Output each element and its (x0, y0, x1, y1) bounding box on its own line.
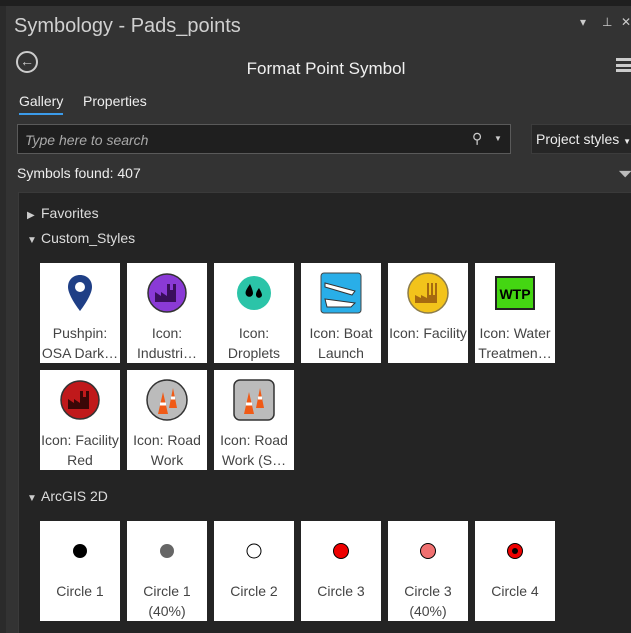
circle-white-icon (214, 521, 294, 581)
style-dropdown-value: Project styles (536, 131, 620, 147)
symbol-label: Icon: Road Work (133, 432, 201, 468)
symbol-tile[interactable]: Circle 4 (475, 521, 555, 621)
symbol-label: Circle 2 (230, 583, 278, 599)
group-name: Favorites (41, 205, 99, 221)
symbol-gallery[interactable]: ▶ Favorites ▼ Custom_Styles Pushpin: OSA Dar… (18, 192, 631, 633)
symbols-found: Symbols found: 407 (17, 165, 141, 181)
symbol-tile[interactable]: Circle 1 (40, 521, 120, 621)
chevron-right-icon[interactable]: ▶ (27, 210, 37, 221)
chevron-down-icon[interactable]: ▼ (27, 493, 37, 504)
symbol-label: Circle 3 (40%) (404, 583, 452, 619)
symbol-tile[interactable]: Pushpin: OSA Dark… (40, 263, 120, 363)
symbol-label: Pushpin: OSA Dark… (41, 325, 119, 361)
chevron-down-icon[interactable]: ▼ (27, 235, 37, 246)
symbol-tile[interactable]: Circle 3 (40%) (388, 521, 468, 621)
symbol-label: Icon: Water Treatmen… (478, 325, 552, 361)
facility-icon (388, 263, 468, 323)
search-icon[interactable]: ⚲ (472, 130, 482, 147)
symbol-label: Circle 1 (56, 583, 104, 599)
symbol-tile[interactable]: Circle 1 (40%) (127, 521, 207, 621)
symbol-label: Icon: Facility Red (41, 432, 119, 468)
symbol-tile[interactable]: Icon: Facility (388, 263, 468, 363)
symbol-label: Icon: Droplets (227, 325, 281, 361)
chevron-down-icon: ▼ (623, 137, 631, 146)
symbol-label: Icon: Road Work (S… (220, 432, 288, 468)
symbol-tile[interactable]: Icon: Boat Launch (301, 263, 381, 363)
svg-text:WTP: WTP (499, 286, 530, 302)
symbol-label: Circle 3 (317, 583, 365, 599)
page-title: Format Point Symbol (246, 59, 406, 78)
symbol-tile[interactable]: Icon: Road Work (127, 370, 207, 470)
style-dropdown[interactable]: Project styles ▼ (531, 124, 631, 154)
symbol-label: Icon: Industri… (137, 325, 197, 361)
symbol-tile[interactable]: Circle 2 (214, 521, 294, 621)
group-header[interactable]: ▶ Favorites (27, 205, 99, 221)
symbology-pane: Symbology - Pads_points ▾ ⊥ ✕ ← Format P… (6, 6, 631, 633)
circle-black-icon (40, 521, 120, 581)
symbol-tile[interactable]: Icon: Facility Red (40, 370, 120, 470)
group-header[interactable]: ▼ ArcGIS 2D (27, 488, 108, 504)
tab-properties[interactable]: Properties (83, 93, 147, 109)
pushpin-icon (40, 263, 120, 323)
group-name: ArcGIS 2D (41, 488, 108, 504)
close-icon[interactable]: ✕ (621, 15, 631, 29)
facility-red-icon (40, 370, 120, 430)
circle-gray-icon (127, 521, 207, 581)
wtp-icon: WTP (475, 263, 555, 323)
boat-launch-icon (301, 263, 381, 323)
tab-gallery[interactable]: Gallery (19, 93, 64, 115)
circle-target-icon (475, 521, 555, 581)
circle-pink-icon (388, 521, 468, 581)
search-input[interactable]: Type here to search ⚲ ▼ (17, 124, 511, 154)
circle-red-icon (301, 521, 381, 581)
filter-icon[interactable]: ⏷ (618, 164, 631, 185)
droplets-icon (214, 263, 294, 323)
pane-title: Symbology - Pads_points (14, 15, 241, 37)
chevron-down-icon[interactable]: ▼ (494, 134, 502, 143)
symbol-tile[interactable]: WTP Icon: Water Treatmen… (475, 263, 555, 363)
symbol-tile[interactable]: Icon: Road Work (S… (214, 370, 294, 470)
symbol-tile[interactable]: Circle 3 (301, 521, 381, 621)
group-name: Custom_Styles (41, 230, 136, 246)
pin-icon[interactable]: ⊥ (602, 15, 612, 29)
pane-options-icon[interactable]: ▾ (580, 15, 586, 29)
symbol-tile[interactable]: Icon: Industri… (127, 263, 207, 363)
road-work-icon (127, 370, 207, 430)
group-header[interactable]: ▼ Custom_Styles (27, 230, 135, 246)
symbol-tile[interactable]: Icon: Droplets (214, 263, 294, 363)
symbol-label: Icon: Boat Launch (309, 325, 373, 361)
road-work-square-icon (214, 370, 294, 430)
industrial-icon (127, 263, 207, 323)
symbol-label: Circle 4 (491, 583, 539, 599)
symbol-label: Circle 1 (40%) (143, 583, 191, 619)
search-placeholder: Type here to search (25, 132, 149, 148)
symbol-label: Icon: Facility (389, 325, 467, 341)
menu-icon[interactable] (616, 58, 631, 72)
